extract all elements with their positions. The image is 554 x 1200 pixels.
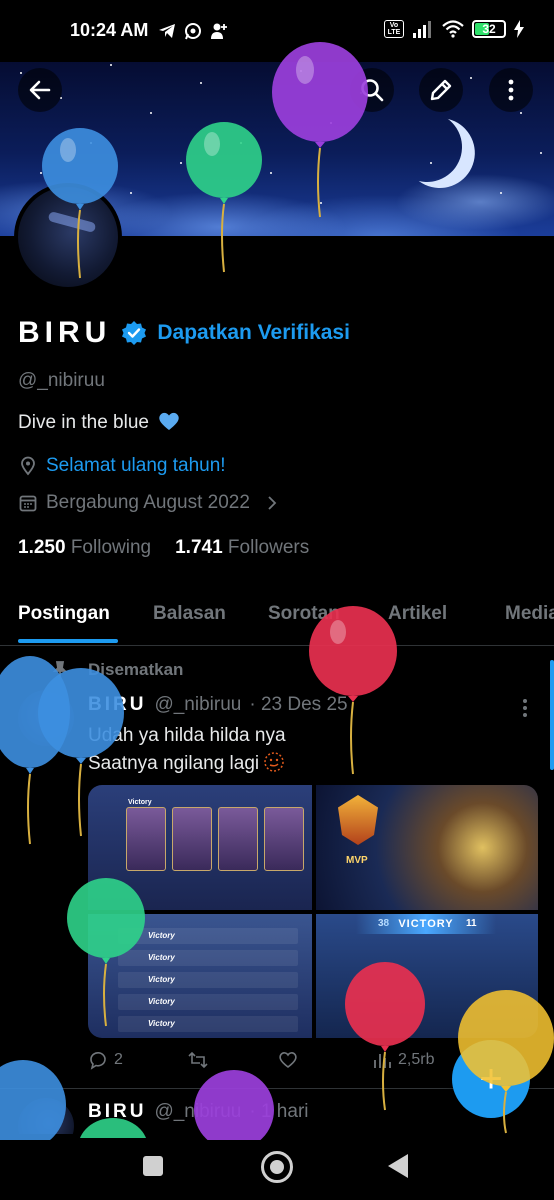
get-verified-link[interactable]: Dapatkan Verifikasi <box>157 321 350 345</box>
star-dot <box>520 112 522 114</box>
reply-button[interactable]: 2 <box>88 1050 123 1070</box>
followers-stat[interactable]: 1.741 Followers <box>175 537 309 559</box>
balloon-red <box>344 962 426 1112</box>
star-dot <box>470 77 472 79</box>
following-label: Following <box>70 537 152 558</box>
system-icons: Vo LTE 32 <box>384 20 524 38</box>
status-time: 10:24 AM <box>70 20 149 40</box>
balloon-red <box>308 606 398 776</box>
profile-bio: Dive in the blue <box>18 411 180 434</box>
like-button[interactable] <box>278 1050 298 1070</box>
edit-icon <box>430 79 452 101</box>
star-dot <box>540 152 542 154</box>
heart-icon <box>279 1052 297 1069</box>
balloon-yellow <box>458 990 554 1135</box>
followers-label: Followers <box>227 537 310 558</box>
profile-joined[interactable]: Bergabung August 2022 <box>18 492 282 514</box>
more-options-button[interactable] <box>489 68 533 112</box>
joined-text: Bergabung August 2022 <box>46 492 250 513</box>
battery-icon: 32 <box>472 20 506 38</box>
tab-replies[interactable]: Balasan <box>153 603 226 625</box>
star-dot <box>150 112 152 114</box>
calendar-icon <box>19 495 37 512</box>
battery-level: 32 <box>482 22 496 36</box>
volte-icon: Vo LTE <box>384 20 404 38</box>
balloon-purple <box>194 1070 274 1140</box>
more-vertical-icon <box>508 79 514 101</box>
telegram-icon <box>158 22 176 40</box>
balloon-green <box>184 122 264 277</box>
profile-location: Selamat ulang tahun! <box>18 455 226 477</box>
followers-count: 1.741 <box>175 537 223 558</box>
balloon-green <box>66 878 146 1028</box>
profile-name: BIRU <box>18 316 112 349</box>
post-more-icon[interactable] <box>522 698 528 718</box>
star-dot <box>200 82 202 84</box>
profile-name-row: BIRU Dapatkan Verifikasi <box>18 316 350 350</box>
active-tab-indicator <box>18 639 118 643</box>
victory-tag: Victory <box>128 799 152 806</box>
tab-media[interactable]: Media <box>505 603 554 625</box>
add-person-icon <box>210 22 228 40</box>
star-dot <box>430 162 432 164</box>
chevron-right-icon <box>268 496 277 510</box>
balloon-purple <box>270 42 370 220</box>
tab-posts[interactable]: Postingan <box>18 603 110 625</box>
follow-stats: 1.250 Following 1.741 Followers <box>18 537 309 559</box>
scrollbar[interactable] <box>550 660 554 770</box>
reply-icon <box>90 1051 106 1070</box>
blue-heart-icon <box>159 412 179 430</box>
system-nav-bar <box>0 1134 554 1200</box>
wifi-icon <box>442 20 464 38</box>
edit-button[interactable] <box>419 68 463 112</box>
bio-text: Dive in the blue <box>18 412 149 433</box>
back-arrow-icon <box>29 80 51 100</box>
back-button[interactable] <box>18 68 62 112</box>
following-stat[interactable]: 1.250 Following <box>18 537 151 559</box>
media-image-2[interactable]: MVP <box>316 785 538 910</box>
post-handle: @_nibiruu <box>154 694 242 715</box>
smirk-emoji-icon <box>264 752 285 772</box>
profile-handle: @_nibiruu <box>18 370 105 391</box>
balloon-blue <box>38 668 124 838</box>
rank-crest <box>338 795 378 845</box>
moon-graphic <box>382 102 472 192</box>
verified-badge-icon <box>122 321 147 345</box>
balloon-blue <box>40 128 120 283</box>
repost-button[interactable] <box>188 1050 208 1070</box>
star-dot <box>130 192 132 194</box>
location-text[interactable]: Selamat ulang tahun! <box>46 455 226 477</box>
star-dot <box>180 162 182 164</box>
repost-icon <box>188 1051 208 1069</box>
star-dot <box>500 192 502 194</box>
home-button[interactable] <box>261 1151 293 1183</box>
signal-icon <box>413 21 431 38</box>
location-pin-icon <box>21 456 35 476</box>
whatsapp-icon <box>184 22 202 40</box>
reply-count: 2 <box>114 1051 123 1068</box>
score-right: 11 <box>466 918 477 929</box>
star-dot <box>20 72 22 74</box>
mvp-label: MVP <box>346 855 368 866</box>
profile-tabs: Postingan Balasan Sorotan Artikel Media <box>0 596 554 646</box>
recents-button[interactable] <box>143 1156 163 1176</box>
balloon-blue <box>0 1060 66 1140</box>
balloon-green <box>78 1118 148 1138</box>
star-dot <box>110 64 112 66</box>
back-nav-button[interactable] <box>388 1154 408 1178</box>
notification-icons <box>158 22 228 40</box>
charging-icon <box>514 20 524 38</box>
following-count: 1.250 <box>18 537 66 558</box>
